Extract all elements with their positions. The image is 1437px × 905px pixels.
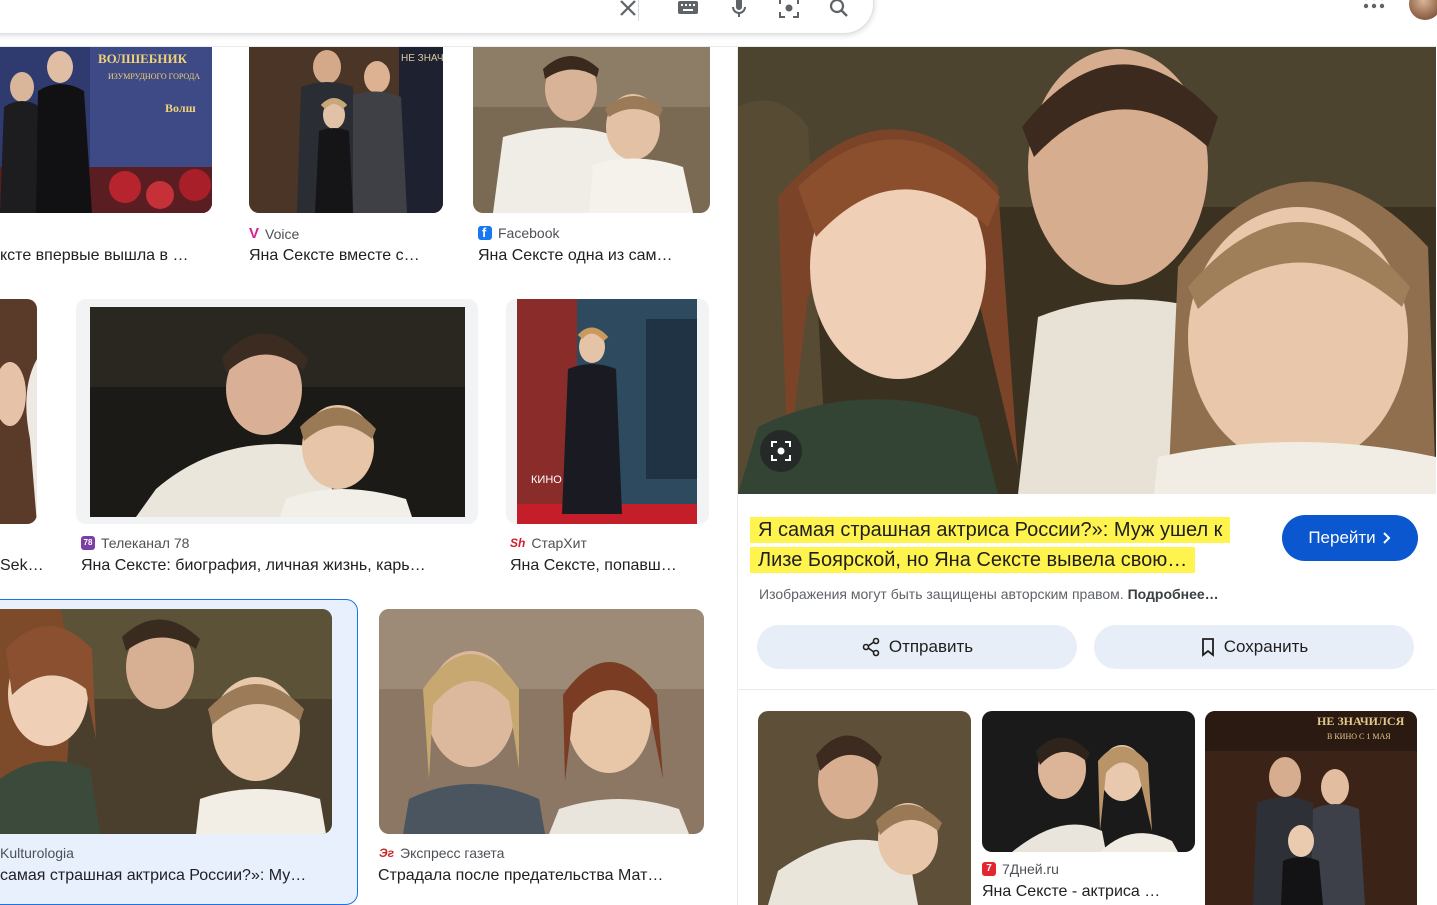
result-source-2: V Voice: [249, 225, 300, 242]
result-image-3[interactable]: [473, 47, 710, 213]
result-image-8[interactable]: [379, 609, 704, 834]
result-source-7: Kulturologia: [0, 845, 74, 861]
result-image-2[interactable]: НЕ ЗНАЧИ: [249, 47, 443, 213]
visual-search-button[interactable]: [760, 430, 802, 472]
related-title-2[interactable]: Яна Сексте - актриса …: [982, 883, 1182, 901]
panel-divider: [738, 689, 1436, 690]
preview-image[interactable]: [738, 47, 1436, 494]
save-button[interactable]: Сохранить: [1094, 625, 1414, 669]
related-image-2[interactable]: [982, 711, 1195, 852]
preview-title[interactable]: Я самая страшная актриса России?»: Муж у…: [750, 515, 1268, 575]
result-source-6: Sh СтарХит: [510, 535, 587, 551]
channel78-icon: 78: [81, 536, 95, 550]
poster-text: НЕ ЗНАЧИ: [401, 53, 443, 64]
voice-icon: V: [249, 225, 260, 242]
search-bar[interactable]: [0, 0, 874, 34]
clear-icon[interactable]: [616, 0, 640, 20]
facebook-icon: f: [478, 225, 492, 240]
result-source-5: 78 Телеканал 78: [81, 535, 189, 551]
result-image-1[interactable]: ВОЛШЕБНИК ИЗУМРУДНОГО ГОРОДА Волш: [0, 47, 212, 213]
starhit-icon: Sh: [510, 536, 526, 550]
result-title-1[interactable]: ксте впервые вышла в …: [0, 247, 212, 265]
related-image-1[interactable]: [758, 711, 971, 905]
result-title-3[interactable]: Яна Сексте одна из сам…: [478, 247, 710, 265]
7days-icon: 7: [982, 862, 996, 876]
lens-icon: [771, 441, 791, 461]
copyright-text: Изображения могут быть защищены авторски…: [759, 586, 1124, 602]
microphone-icon[interactable]: [727, 0, 751, 20]
result-title-6[interactable]: Яна Сексте, попавш…: [510, 557, 705, 575]
express-gazeta-icon: Эг: [379, 846, 395, 860]
result-title-7[interactable]: самая страшная актриса России?»: Му…: [0, 867, 338, 885]
share-button-label: Отправить: [888, 637, 974, 656]
result-image-4[interactable]: [0, 299, 37, 524]
keyboard-icon[interactable]: [676, 0, 700, 20]
bookmark-icon: [1201, 638, 1214, 657]
lens-icon[interactable]: [777, 0, 801, 20]
poster-text: ВОЛШЕБНИК: [98, 51, 188, 66]
svg-text:Волш: Волш: [165, 101, 196, 115]
copyright-notice: Изображения могут быть защищены авторски…: [759, 586, 1219, 602]
result-image-6[interactable]: КИНО С 1: [506, 299, 709, 524]
poster-text: НЕ ЗНАЧИЛСЯ: [1317, 714, 1405, 728]
search-bar-separator: [638, 0, 639, 21]
poster-subtext: ИЗУМРУДНОГО ГОРОДА: [108, 72, 200, 81]
related-source-2: 7 7Дней.ru: [982, 861, 1059, 877]
poster-subtext: В КИНО С 1 МАЯ: [1327, 732, 1391, 741]
image-preview-panel: Я самая страшная актриса России?»: Муж у…: [737, 47, 1437, 905]
result-title-4[interactable]: Sek…: [0, 557, 45, 575]
chevron-right-icon: [1382, 532, 1391, 544]
visit-button[interactable]: Перейти: [1282, 515, 1418, 561]
search-icon[interactable]: [827, 0, 851, 20]
preview-title-text: Я самая страшная актриса России?»: Муж у…: [750, 517, 1231, 573]
apps-grid-icon[interactable]: [1362, 0, 1386, 10]
more-link[interactable]: Подробнее…: [1128, 586, 1219, 602]
result-title-2[interactable]: Яна Сексте вместе с…: [249, 247, 443, 265]
account-avatar[interactable]: [1409, 0, 1437, 20]
result-title-8[interactable]: Страдала после предательства Мат…: [378, 867, 703, 885]
result-source-3: f Facebook: [478, 225, 559, 241]
visit-button-label: Перейти: [1308, 528, 1376, 547]
share-icon: [862, 637, 880, 657]
share-button[interactable]: Отправить: [757, 625, 1077, 669]
result-source-8: Эг Экспресс газета: [379, 845, 505, 861]
save-button-label: Сохранить: [1223, 637, 1309, 656]
related-image-3[interactable]: НЕ ЗНАЧИЛСЯ В КИНО С 1 МАЯ: [1205, 711, 1417, 905]
result-image-5[interactable]: [76, 299, 478, 524]
result-title-5[interactable]: Яна Сексте: биография, личная жизнь, кар…: [81, 557, 478, 575]
result-image-7[interactable]: [0, 609, 332, 834]
